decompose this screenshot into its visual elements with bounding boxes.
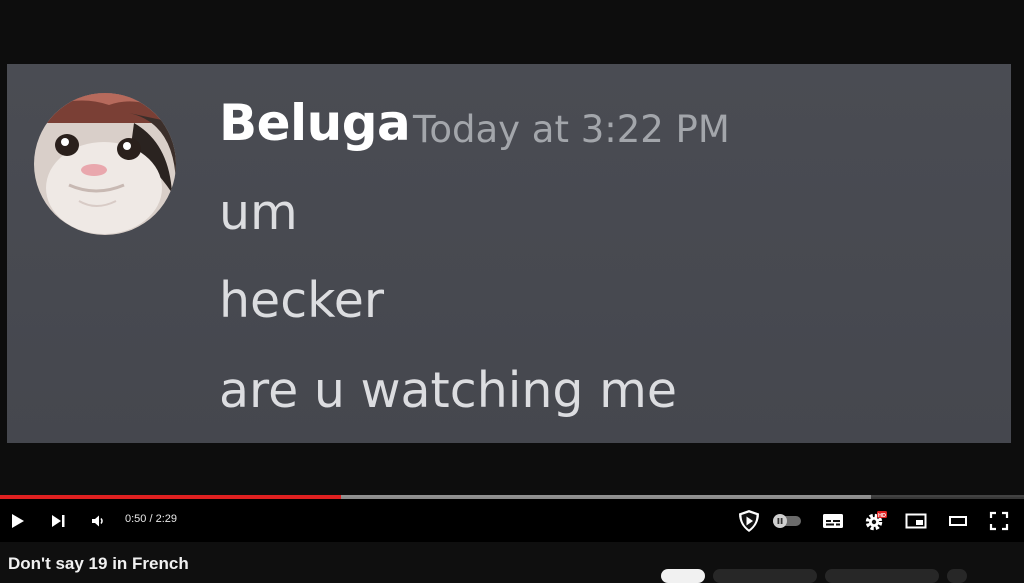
miniplayer-icon bbox=[905, 513, 927, 529]
next-button[interactable] bbox=[45, 509, 71, 533]
cat-face-avatar-icon bbox=[34, 93, 176, 235]
autoplay-toggle-icon bbox=[773, 514, 801, 528]
theater-mode-button[interactable] bbox=[945, 509, 971, 533]
message-timestamp: Today at 3:22 PM bbox=[413, 108, 730, 151]
settings-icon: HD bbox=[865, 511, 887, 531]
subtitles-icon bbox=[823, 514, 843, 528]
action-chip-3[interactable] bbox=[825, 569, 939, 583]
fullscreen-button[interactable] bbox=[986, 509, 1012, 533]
player-controls: 0:50 / 2:29 HD bbox=[0, 500, 1024, 542]
theater-icon bbox=[949, 516, 967, 526]
below-player: Don't say 19 in French bbox=[0, 542, 1024, 583]
hd-badge: HD bbox=[878, 513, 886, 519]
user-avatar bbox=[34, 93, 176, 235]
action-chip-4[interactable] bbox=[947, 569, 967, 583]
subtitles-button[interactable] bbox=[820, 509, 846, 533]
next-icon bbox=[52, 515, 65, 527]
action-chip-2[interactable] bbox=[713, 569, 817, 583]
play-icon bbox=[12, 514, 24, 528]
progress-played bbox=[0, 495, 341, 499]
time-display: 0:50 / 2:29 bbox=[125, 513, 177, 525]
video-frame[interactable]: Beluga Today at 3:22 PM um hecker are u … bbox=[0, 0, 1024, 497]
video-title: Don't say 19 in French bbox=[8, 554, 189, 573]
miniplayer-button[interactable] bbox=[903, 509, 929, 533]
progress-bar[interactable] bbox=[0, 495, 1024, 499]
message-line-2: hecker bbox=[219, 272, 385, 329]
volume-button[interactable] bbox=[85, 509, 111, 533]
play-button[interactable] bbox=[4, 509, 30, 533]
fullscreen-icon bbox=[989, 511, 1009, 531]
action-chip-1[interactable] bbox=[661, 569, 705, 583]
shield-play-button[interactable] bbox=[735, 509, 763, 533]
settings-button[interactable]: HD bbox=[862, 509, 888, 533]
message-line-3: are u watching me bbox=[219, 362, 677, 419]
message-line-1: um bbox=[219, 184, 298, 241]
autoplay-toggle[interactable] bbox=[771, 509, 803, 533]
video-player[interactable]: Beluga Today at 3:22 PM um hecker are u … bbox=[0, 0, 1024, 542]
shield-play-icon bbox=[739, 510, 759, 532]
volume-icon bbox=[92, 515, 103, 527]
message-username: Beluga bbox=[219, 94, 411, 152]
